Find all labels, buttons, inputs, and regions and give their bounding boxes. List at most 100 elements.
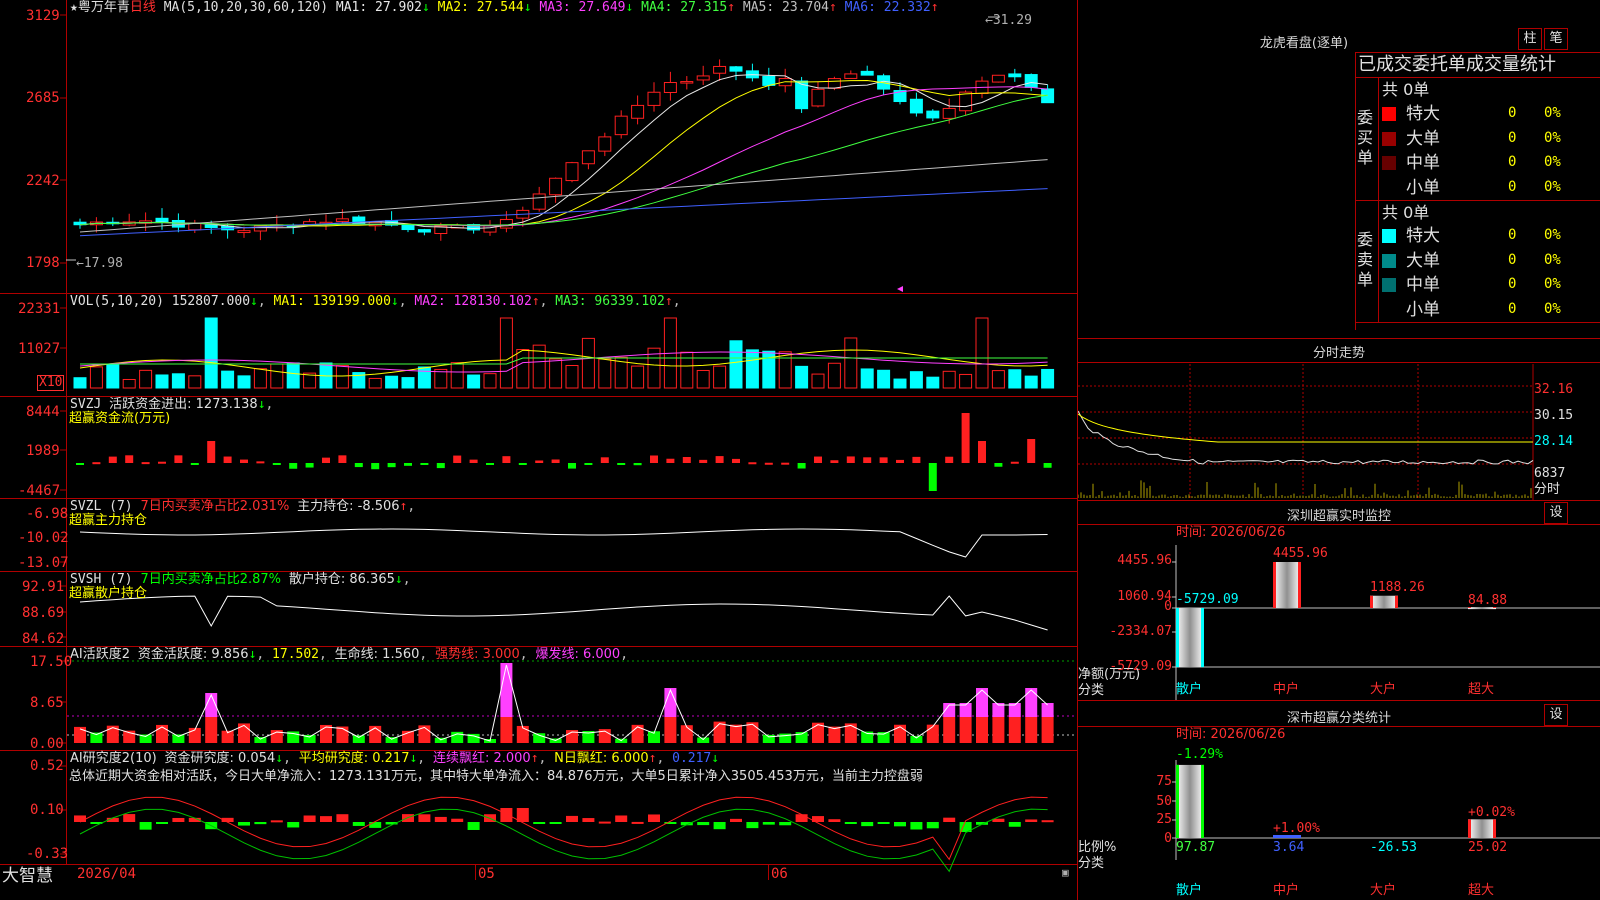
volume-bar — [909, 371, 923, 389]
ai-active-bar — [418, 725, 431, 743]
buy-row-swatch-3 — [1382, 156, 1396, 170]
sz-monitor-time: 时间: 2026/06/26 — [1176, 525, 1286, 540]
ma-line-2 — [79, 79, 1048, 227]
buy-row-count-1: 0 — [1508, 105, 1517, 121]
sz-class-bar-edge — [1493, 819, 1496, 838]
candle-body — [909, 98, 923, 114]
sz-monitor-settings-button[interactable]: 设 — [1544, 502, 1568, 524]
ai-active-bar — [959, 717, 972, 743]
bar-view-button[interactable]: 柱 — [1518, 28, 1542, 50]
volume-bar — [991, 370, 1005, 389]
volume-bar — [253, 368, 267, 389]
ai-research-bar — [451, 818, 464, 822]
vol-unit-label: X10 — [37, 375, 65, 391]
svzj-bar — [338, 455, 347, 463]
volume-bar — [877, 369, 891, 389]
svzj-header: SVZJ 活跃资金进出: 1273.138↓, — [70, 397, 274, 412]
volume-bar — [926, 376, 940, 389]
svzj-bar — [158, 461, 166, 464]
pen-view-button[interactable]: 笔 — [1544, 28, 1568, 50]
ai-research-bar — [139, 822, 152, 830]
ai-research-bar — [238, 822, 250, 826]
ai-research-bar — [615, 815, 628, 822]
sz-class-bar-edge — [1176, 764, 1179, 838]
candle-body — [663, 82, 677, 93]
candle-body — [942, 107, 956, 119]
ai-active-bar — [631, 724, 644, 743]
sz-class-settings-button[interactable]: 设 — [1544, 704, 1568, 726]
candle-body — [647, 91, 661, 106]
volume-bar — [795, 365, 809, 389]
ai-active-bar — [926, 724, 939, 743]
buy-row-pct-2: 0% — [1544, 129, 1561, 146]
sz-monitor-ytick-3: 0 — [1164, 599, 1172, 614]
ai-active-bar — [516, 725, 529, 743]
brand-label[interactable]: 大智慧 — [2, 866, 53, 886]
svzj-bar — [699, 459, 708, 463]
sz-monitor-ytick-1: 4455.96 — [1117, 553, 1172, 568]
buy-row-pct-3: 0% — [1544, 154, 1561, 170]
ai-research-bar — [631, 821, 644, 824]
chart-area[interactable]: ★粤万年青日线 MA(5,10,20,30,60,120) MA1: 27.90… — [0, 0, 1078, 900]
svzj-bar — [633, 463, 642, 466]
svzj-bar — [764, 462, 773, 465]
main-ytick-4: 1798 — [26, 255, 60, 271]
sz-monitor-category-3: 大户 — [1370, 682, 1397, 697]
candle-body — [598, 136, 612, 152]
candle-body — [188, 222, 202, 231]
vol-ma-item-1: MA1: 139199.000 — [273, 294, 391, 309]
sz-class-ytick-3: 25 — [1156, 812, 1172, 827]
candle-body — [401, 224, 415, 231]
sz-monitor-ylabel: 净额(万元) — [1078, 667, 1141, 682]
volume-bar — [188, 375, 202, 389]
vol-ytick-1: 22331 — [18, 301, 61, 317]
svzl-header: SVZL (7) 7日内买卖净占比2.031% 主力持仓: -8.506↑, — [70, 499, 416, 514]
sz-class-category-4: 超大 — [1468, 883, 1495, 898]
ai-active-bar — [352, 735, 365, 743]
ai-active-peak — [1041, 703, 1054, 717]
candle-body — [631, 104, 645, 119]
ai-research-header: AI研究度2(10) 资金研究度: 0.054↓, 平均研究度: 0.217↓,… — [70, 751, 720, 766]
ai-research-bar — [467, 822, 480, 830]
lock-icon[interactable]: ▣ — [1062, 866, 1069, 880]
svzj-bar — [322, 457, 330, 463]
volume-bar — [286, 362, 300, 389]
svzj-bar — [174, 455, 183, 463]
ai-active-bar — [500, 717, 513, 743]
right-sidebar-frame — [1078, 52, 1600, 860]
volume-bar — [631, 365, 645, 389]
volume-bar — [860, 368, 874, 389]
ai-active-bar — [680, 725, 693, 743]
ai-research-bar — [828, 819, 841, 822]
vol-ma-item-2: MA2: 128130.102 — [406, 294, 532, 309]
svzj-bar — [961, 413, 970, 463]
ma-line-4 — [79, 94, 1048, 226]
ai-research-summary: 总体近期大资金相对活跃，今日大单净流入：1273.131万元，其中特大单净流入：… — [69, 769, 923, 784]
candle-body — [729, 66, 743, 72]
volume-bar — [89, 366, 103, 389]
ai-research-bar — [1041, 820, 1054, 823]
svzj-bar — [945, 456, 954, 463]
ai-research-bar — [254, 822, 267, 825]
date-axis-start: 2026/04 — [77, 866, 137, 882]
svzj-bar — [666, 458, 675, 463]
ai-active-peak — [500, 663, 513, 717]
sz-class-xlabel: 分类 — [1078, 856, 1105, 871]
svzj-bar — [551, 459, 560, 463]
ai-research-bar — [762, 822, 775, 825]
svzj-ytick-3: -4467 — [18, 483, 61, 499]
candle-body — [532, 193, 546, 210]
candle-body — [860, 70, 874, 76]
svzj-bar — [502, 456, 511, 463]
candle-body — [155, 217, 169, 223]
candle-body — [614, 115, 628, 136]
sz-monitor-bar-edge — [1370, 595, 1373, 608]
sz-class-value-1: 97.87 — [1176, 840, 1216, 855]
ai-active-peak — [664, 688, 677, 717]
volume-bar — [1008, 369, 1022, 389]
svzj-bar — [896, 459, 904, 463]
buy-row-name-4: 小单 — [1406, 177, 1440, 198]
ai-research-bar — [566, 815, 578, 822]
ai-active-ytick-3: 0.00 — [30, 736, 64, 752]
svzj-bar — [76, 463, 84, 465]
